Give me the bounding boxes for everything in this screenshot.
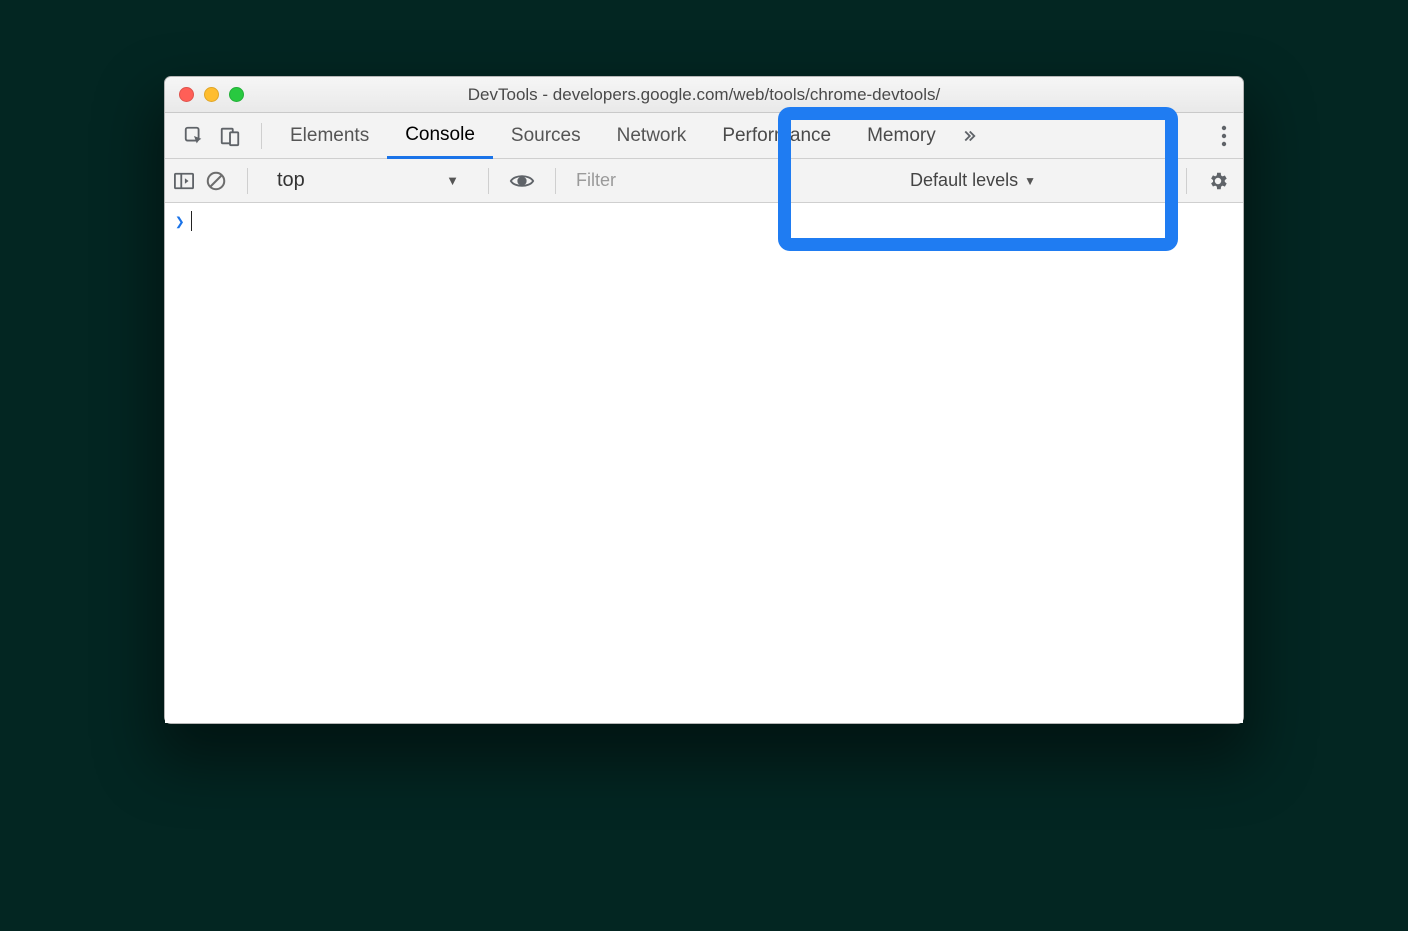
tab-console[interactable]: Console <box>387 113 493 159</box>
close-window-button[interactable] <box>179 87 194 102</box>
zoom-window-button[interactable] <box>229 87 244 102</box>
prompt-caret-icon: ❯ <box>175 212 185 231</box>
live-expression-eye-icon[interactable] <box>509 170 535 192</box>
chevron-down-icon: ▼ <box>446 173 459 188</box>
divider <box>488 168 489 194</box>
main-tabstrip: Elements Console Sources Network Perform… <box>165 113 1243 159</box>
log-levels-select[interactable]: Default levels ▼ <box>900 170 1046 191</box>
devtools-window: DevTools - developers.google.com/web/too… <box>164 76 1244 724</box>
clear-console-icon[interactable] <box>205 170 227 192</box>
divider <box>261 123 262 149</box>
tab-elements[interactable]: Elements <box>272 113 387 159</box>
panel-tabs: Elements Console Sources Network Perform… <box>272 113 978 159</box>
console-prompt[interactable]: ❯ <box>165 203 1243 239</box>
divider <box>1186 168 1187 194</box>
inspect-element-icon[interactable] <box>183 125 205 147</box>
window-title: DevTools - developers.google.com/web/too… <box>165 85 1243 105</box>
chevron-down-icon: ▼ <box>1024 174 1036 188</box>
divider <box>247 168 248 194</box>
execution-context-value: top <box>277 169 305 192</box>
toggle-sidebar-icon[interactable] <box>173 171 195 191</box>
minimize-window-button[interactable] <box>204 87 219 102</box>
titlebar: DevTools - developers.google.com/web/too… <box>165 77 1243 113</box>
divider <box>555 168 556 194</box>
tab-memory[interactable]: Memory <box>849 113 954 159</box>
log-levels-label: Default levels <box>910 170 1018 191</box>
settings-gear-icon[interactable] <box>1207 170 1235 192</box>
tab-network[interactable]: Network <box>599 113 705 159</box>
tab-sources[interactable]: Sources <box>493 113 599 159</box>
text-cursor <box>191 211 192 231</box>
console-output[interactable]: ❯ <box>165 203 1243 723</box>
tab-performance[interactable]: Performance <box>704 113 849 159</box>
filter-input[interactable] <box>576 167 826 195</box>
device-toolbar-icon[interactable] <box>219 125 241 147</box>
window-controls <box>179 87 244 102</box>
kebab-menu-icon[interactable] <box>1221 125 1227 147</box>
console-toolbar: top ▼ Default levels ▼ <box>165 159 1243 203</box>
more-tabs-icon[interactable] <box>960 127 978 145</box>
execution-context-select[interactable]: top ▼ <box>268 168 468 193</box>
